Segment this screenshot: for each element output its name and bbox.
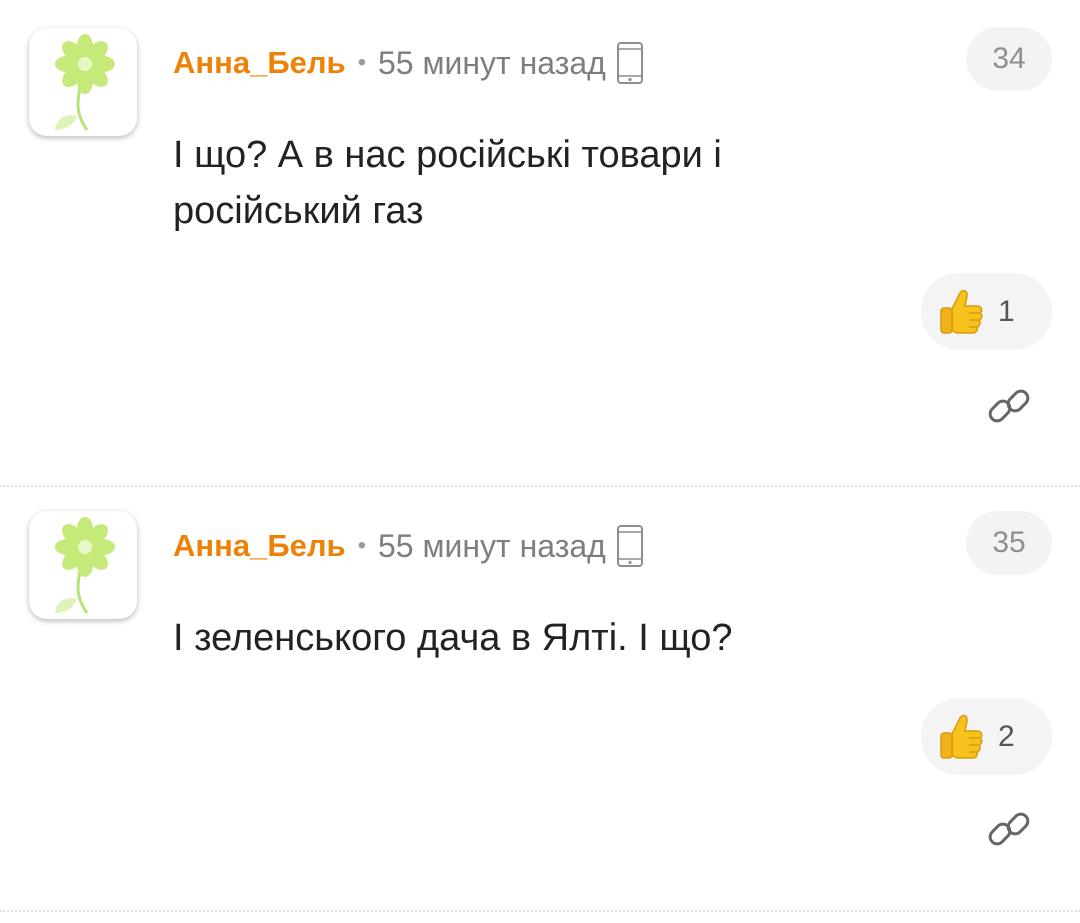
mobile-phone-icon bbox=[616, 41, 644, 85]
meta-separator: • bbox=[357, 49, 366, 76]
author-name[interactable]: Анна_Бель bbox=[173, 45, 346, 81]
comment-text-line: російський газ bbox=[173, 190, 424, 232]
like-button[interactable]: 2 bbox=[921, 698, 1052, 775]
author-name[interactable]: Анна_Бель bbox=[173, 528, 346, 564]
meta-separator: • bbox=[357, 532, 366, 559]
comment-number-badge[interactable]: 34 bbox=[966, 27, 1052, 91]
link-icon[interactable] bbox=[986, 806, 1032, 852]
thumbs-up-icon bbox=[936, 712, 986, 762]
like-count: 1 bbox=[998, 294, 1015, 328]
comment-text-line: І зеленського дача в Ялті. І що? bbox=[173, 617, 733, 659]
mobile-phone-icon bbox=[616, 524, 644, 568]
avatar[interactable] bbox=[29, 511, 137, 619]
comment-text-line: І що? А в нас російські товари і bbox=[173, 134, 722, 176]
comment-item: Анна_Бель • 55 минут назад 34 І що? А в … bbox=[0, 0, 1080, 486]
like-count: 2 bbox=[998, 719, 1015, 753]
thumbs-up-icon bbox=[936, 287, 986, 337]
comment-text: І що? А в нас російські товари і російсь… bbox=[173, 127, 933, 239]
comment-number-badge[interactable]: 35 bbox=[966, 511, 1052, 575]
comment-meta: Анна_Бель • 55 минут назад bbox=[173, 39, 644, 87]
comment-text: І зеленського дача в Ялті. І що? bbox=[173, 610, 933, 666]
comment-time: 55 минут назад bbox=[378, 44, 606, 81]
comment-meta: Анна_Бель • 55 минут назад bbox=[173, 522, 644, 570]
comment-item: Анна_Бель • 55 минут назад 35 І зеленськ… bbox=[0, 486, 1080, 923]
link-icon[interactable] bbox=[986, 383, 1032, 429]
flower-avatar-image bbox=[55, 34, 115, 131]
comment-time: 55 минут назад bbox=[378, 527, 606, 564]
comment-divider bbox=[0, 910, 1080, 912]
like-button[interactable]: 1 bbox=[921, 273, 1052, 350]
avatar[interactable] bbox=[29, 28, 137, 136]
flower-avatar-image bbox=[55, 517, 115, 614]
